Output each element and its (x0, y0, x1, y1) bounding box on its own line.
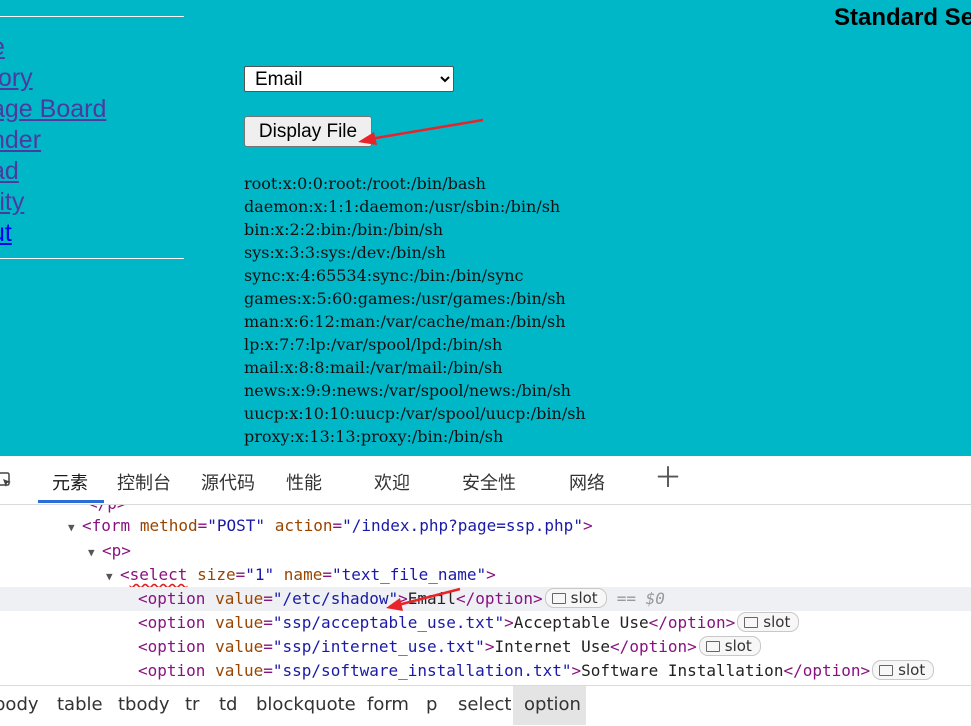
nav-bottom-divider (0, 258, 184, 259)
tab-security[interactable]: 安全性 (462, 469, 516, 495)
tree-line-p[interactable]: ▼ <p> (0, 539, 971, 563)
crumb-form[interactable]: form (367, 694, 409, 715)
crumb-body[interactable]: body (0, 694, 39, 715)
active-tab-indicator (38, 500, 104, 503)
tree-line-option[interactable]: <option value="ssp/internet_use.txt">Int… (0, 635, 971, 659)
nav-link-message-board[interactable]: age Board (0, 94, 106, 125)
crumb-p[interactable]: p (426, 694, 437, 715)
file-line: uucp:x:10:10:uucp:/var/spool/uucp:/bin/s… (244, 404, 586, 423)
page-title: Standard Se (834, 4, 971, 31)
tab-performance[interactable]: 性能 (286, 469, 322, 495)
nav-link-reminder[interactable]: nder (0, 125, 106, 156)
crumb-option[interactable]: option (524, 694, 581, 715)
text-file-select[interactable]: Email (244, 66, 454, 92)
tab-console[interactable]: 控制台 (117, 469, 171, 495)
crumb-tbody[interactable]: tbody (118, 694, 170, 715)
selected-node-marker: == $0 (616, 589, 665, 608)
dom-tree: </p> ▼<form method="POST" action="/index… (0, 505, 971, 685)
nav-link-security[interactable]: rity (0, 187, 106, 218)
file-line: games:x:5:60:games:/usr/games:/bin/sh (244, 289, 566, 308)
file-line: mail:x:8:8:mail:/var/mail:/bin/sh (244, 358, 503, 377)
dom-breadcrumb: body table tbody tr td blockquote form p… (0, 685, 971, 726)
inspect-icon[interactable] (0, 470, 14, 490)
web-page: Standard Se e tory age Board nder ad rit… (0, 0, 971, 456)
tab-network[interactable]: 网络 (569, 469, 605, 495)
nav-link-upload[interactable]: ad (0, 156, 106, 187)
file-line: news:x:9:9:news:/var/spool/news:/bin/sh (244, 381, 571, 400)
file-line: sync:x:4:65534:sync:/bin:/bin/sync (244, 266, 524, 285)
tree-line-select[interactable]: ▼ <select size="1" name="text_file_name"> (0, 563, 971, 587)
file-contents-output: root:x:0:0:root:/root:/bin/bash daemon:x… (244, 172, 586, 448)
slot-icon (879, 665, 894, 676)
display-file-button[interactable]: Display File (244, 116, 372, 147)
add-tab-icon[interactable]: ＋ (654, 464, 682, 492)
devtools-tab-bar: 元素 控制台 源代码 性能 欢迎 安全性 网络 ＋ (0, 456, 971, 505)
tab-welcome[interactable]: 欢迎 (374, 469, 410, 495)
slot-badge[interactable]: slot (737, 612, 800, 632)
expand-triangle-icon[interactable]: ▼ (88, 541, 102, 565)
nav-link-logout[interactable]: ut (0, 218, 106, 249)
side-nav: e tory age Board nder ad rity ut (0, 32, 106, 249)
slot-badge[interactable]: slot (698, 636, 761, 656)
tree-line-option-selected[interactable]: <option value="/etc/shadow">Email</optio… (0, 587, 971, 611)
devtools-panel: 元素 控制台 源代码 性能 欢迎 安全性 网络 ＋ </p> ▼<form me… (0, 456, 971, 726)
tab-sources[interactable]: 源代码 (201, 469, 255, 495)
crumb-select[interactable]: select (458, 694, 511, 715)
expand-triangle-icon[interactable]: ▼ (106, 565, 120, 589)
slot-badge[interactable]: slot (544, 588, 607, 608)
crumb-blockquote[interactable]: blockquote (256, 694, 356, 715)
crumb-table[interactable]: table (57, 694, 103, 715)
slot-icon (744, 617, 759, 628)
crumb-td[interactable]: td (219, 694, 237, 715)
file-line: proxy:x:13:13:proxy:/bin:/bin/sh (244, 427, 504, 446)
tree-line-option[interactable]: <option value="ssp/acceptable_use.txt">A… (0, 611, 971, 635)
file-line: sys:x:3:3:sys:/dev:/bin/sh (244, 243, 446, 262)
nav-top-divider (0, 16, 184, 17)
file-line: lp:x:7:7:lp:/var/spool/lpd:/bin/sh (244, 335, 503, 354)
slot-icon (705, 641, 720, 652)
expand-triangle-icon[interactable]: ▼ (68, 516, 82, 540)
file-line: daemon:x:1:1:daemon:/usr/sbin:/bin/sh (244, 197, 561, 216)
slot-badge[interactable]: slot (872, 660, 935, 680)
file-line: root:x:0:0:root:/root:/bin/bash (244, 174, 486, 193)
tree-line-form[interactable]: ▼ <form method="POST" action="/index.php?… (0, 514, 971, 538)
nav-link-history[interactable]: tory (0, 63, 106, 94)
tab-elements[interactable]: 元素 (52, 469, 88, 495)
tree-line-option[interactable]: <option value="ssp/software_installation… (0, 659, 971, 683)
file-line: man:x:6:12:man:/var/cache/man:/bin/sh (244, 312, 566, 331)
slot-icon (551, 593, 566, 604)
file-line: bin:x:2:2:bin:/bin:/bin/sh (244, 220, 444, 239)
crumb-tr[interactable]: tr (185, 694, 199, 715)
nav-link-home[interactable]: e (0, 32, 106, 63)
